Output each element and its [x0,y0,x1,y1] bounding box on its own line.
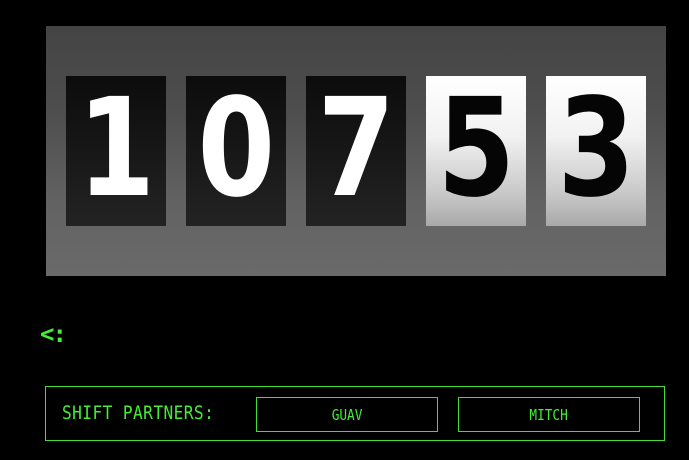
counter-digit: 1 [66,76,166,226]
partner-button-label: MITCH [529,405,569,424]
counter-digit-value: 1 [77,76,155,226]
partner-button-guav[interactable]: GUAV [256,397,438,432]
counter-digit-value: 5 [437,76,515,226]
counter-digit-value: 3 [557,76,635,226]
partner-button-mitch[interactable]: MITCH [458,397,640,432]
counter-digit: 7 [306,76,406,226]
partner-button-label: GUAV [331,405,363,424]
back-button[interactable]: <: [40,322,67,346]
counter-digit: 0 [186,76,286,226]
counter-digit: 5 [426,76,526,226]
shift-partners-panel: SHIFT PARTNERS: GUAV MITCH [45,386,665,441]
counter-panel: 1 0 7 5 3 [46,26,666,276]
counter-digit: 3 [546,76,646,226]
counter-digit-value: 7 [317,76,395,226]
shift-partners-label: SHIFT PARTNERS: [62,402,215,424]
counter-digit-value: 0 [197,76,275,226]
